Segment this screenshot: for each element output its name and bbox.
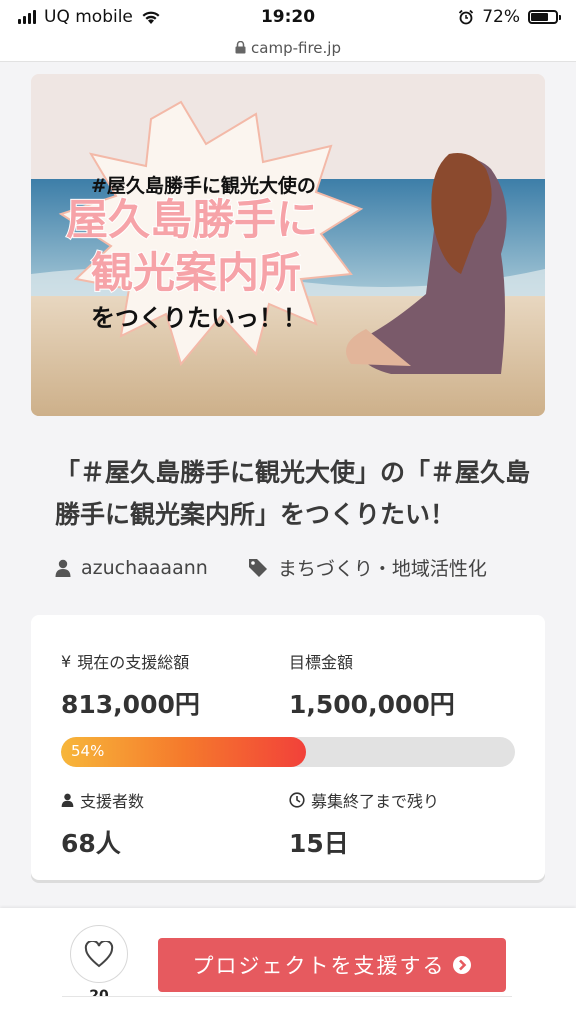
lock-icon xyxy=(235,41,246,54)
hero-big-line1: 屋久島勝手に xyxy=(66,195,318,244)
supporters-value: 68人 xyxy=(61,829,121,858)
bottom-stripe xyxy=(62,996,512,1024)
status-bar: UQ mobile 19:20 72% xyxy=(0,0,576,34)
category-name: まちづくり・地域活性化 xyxy=(277,558,487,580)
clock-icon xyxy=(289,792,305,808)
remaining-label: 募集終了まで残り xyxy=(289,788,439,812)
address-bar[interactable]: camp-fire.jp xyxy=(0,34,576,62)
hero-small-text: #屋久島勝手に観光大使の xyxy=(91,174,316,197)
project-meta: azuchaaaann まちづくり・地域活性化 xyxy=(55,554,487,581)
status-left: UQ mobile xyxy=(18,7,458,27)
yen-icon: ¥ xyxy=(61,651,72,671)
project-title: 「＃屋久島勝手に観光大使」の「＃屋久島勝手に観光案内所」をつくりたい！ xyxy=(55,458,531,529)
project-hero-image[interactable]: #屋久島勝手に観光大使の 屋久島勝手に 観光案内所 をつくりたいっ！！ xyxy=(31,74,545,416)
funding-progress-text: 54% xyxy=(71,742,105,760)
supporters-label-text: 支援者数 xyxy=(80,792,145,811)
supporters-label: 支援者数 xyxy=(61,788,144,812)
bottom-action-bar: 20 プロジェクトを支援する xyxy=(0,908,576,1024)
status-right: 72% xyxy=(458,7,561,27)
battery-icon xyxy=(528,10,561,24)
support-project-button[interactable]: プロジェクトを支援する xyxy=(158,938,506,992)
hero-bottom-text: をつくりたいっ！！ xyxy=(91,304,307,332)
chevron-circle-right-icon xyxy=(452,956,471,974)
alarm-icon xyxy=(459,9,474,25)
funding-card: ¥ 現在の支援総額 813,000円 目標金額 1,500,000円 54% 支… xyxy=(31,615,545,880)
current-amount-value: 813,000円 xyxy=(61,690,200,719)
user-icon xyxy=(61,793,74,807)
url-text: camp-fire.jp xyxy=(251,38,341,57)
author-name: azuchaaaann xyxy=(81,556,208,579)
support-button-label: プロジェクトを支援する xyxy=(192,954,446,978)
tag-icon xyxy=(248,558,267,577)
carrier-name: UQ mobile xyxy=(44,7,133,27)
category-link[interactable]: まちづくり・地域活性化 xyxy=(248,554,487,581)
heart-icon xyxy=(84,940,114,967)
current-amount-label-text: 現在の支援総額 xyxy=(77,653,190,672)
remaining-label-text: 募集終了まで残り xyxy=(311,792,440,811)
hero-big-line2: 観光案内所 xyxy=(91,248,301,297)
current-amount-label: ¥ 現在の支援総額 xyxy=(61,649,189,673)
goal-amount-value: 1,500,000円 xyxy=(289,690,455,719)
favorite-button[interactable] xyxy=(70,925,128,983)
author-link[interactable]: azuchaaaann xyxy=(55,557,208,579)
battery-fill xyxy=(531,13,549,21)
signal-icon xyxy=(18,10,36,24)
wifi-icon xyxy=(142,11,160,24)
battery-percent: 72% xyxy=(482,7,520,27)
funding-progress-bar: 54% xyxy=(61,737,515,767)
hero-artwork: #屋久島勝手に観光大使の 屋久島勝手に 観光案内所 をつくりたいっ！！ xyxy=(31,74,545,416)
user-icon xyxy=(55,559,71,577)
remaining-value: 15日 xyxy=(289,829,349,858)
goal-amount-label: 目標金額 xyxy=(289,653,354,672)
